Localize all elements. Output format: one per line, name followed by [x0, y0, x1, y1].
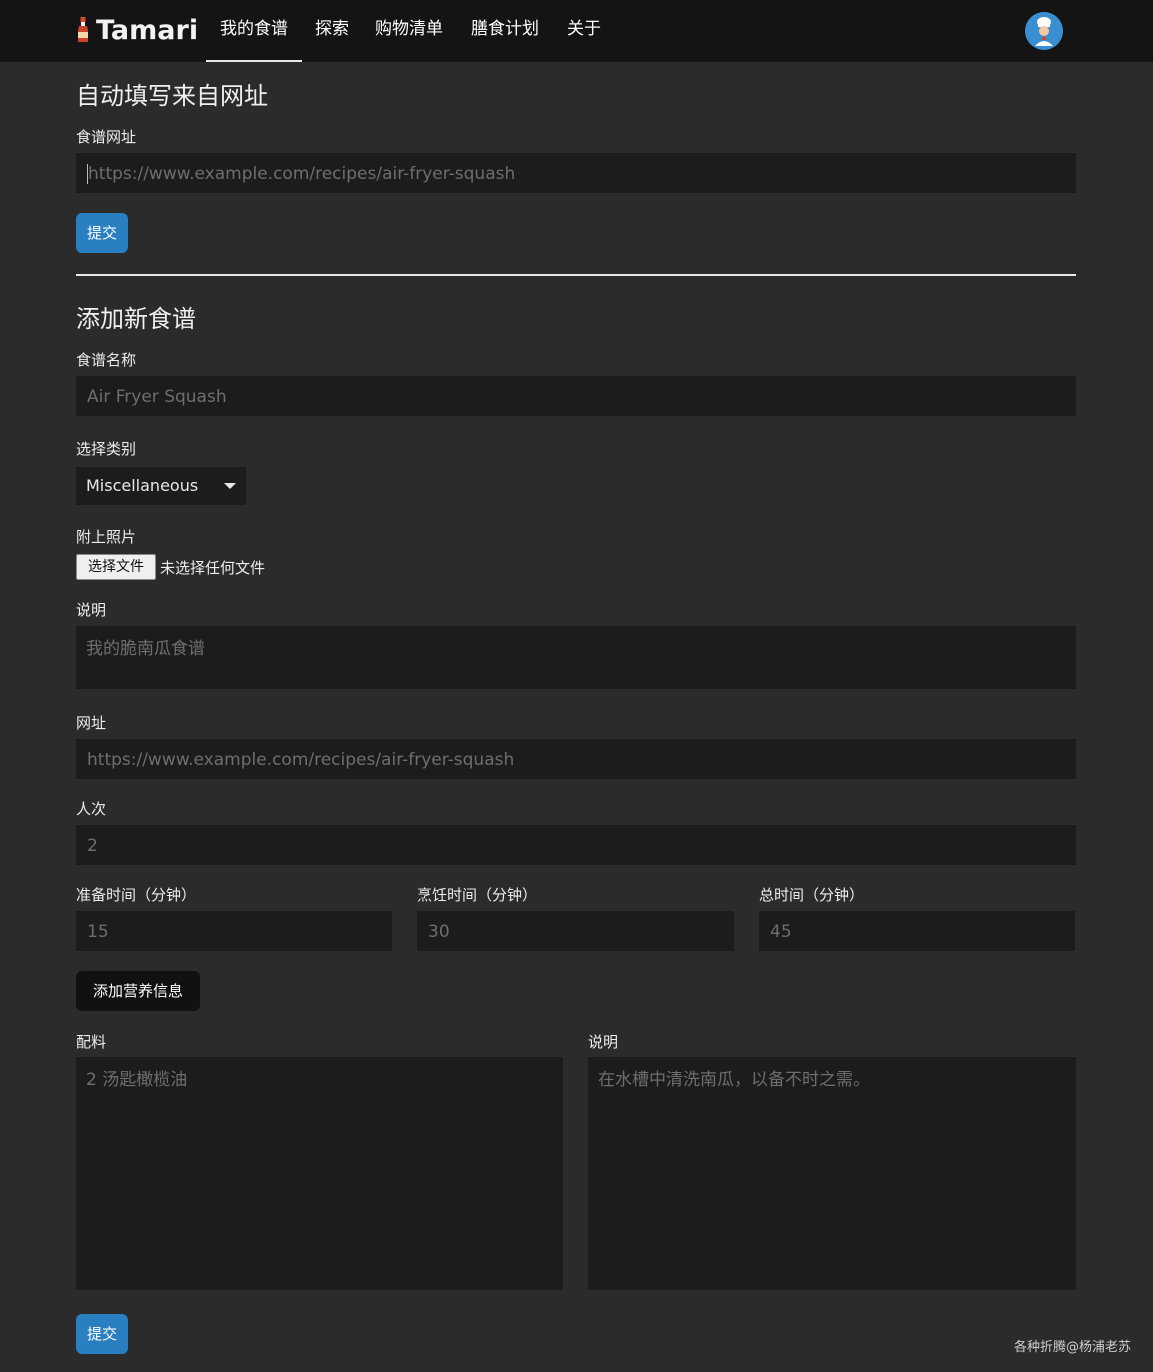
recipe-url-label: 食谱网址 — [76, 128, 137, 146]
prep-time-input[interactable]: 15 — [76, 911, 392, 951]
nav-my-recipes[interactable]: 我的食谱 — [206, 0, 302, 62]
new-recipe-heading: 添加新食谱 — [76, 305, 196, 333]
servings-label: 人次 — [76, 800, 107, 818]
brand-logo[interactable]: Tamari — [76, 12, 198, 48]
total-time-input[interactable]: 45 — [759, 911, 1075, 951]
instructions-textarea[interactable]: 在水槽中清洗南瓜，以备不时之需。 — [588, 1057, 1076, 1290]
sauce-bottle-icon — [76, 17, 90, 43]
ingredients-label: 配料 — [76, 1033, 107, 1051]
instructions-label: 说明 — [588, 1033, 619, 1051]
nav-explore[interactable]: 探索 — [312, 0, 352, 62]
ingredients-textarea[interactable]: 2 汤匙橄榄油 — [76, 1057, 563, 1290]
url-input[interactable]: https://www.example.com/recipes/air-frye… — [76, 739, 1076, 779]
top-navbar: Tamari 我的食谱 探索 购物清单 膳食计划 关于 — [0, 0, 1153, 62]
recipe-url-placeholder: https://www.example.com/recipes/air-frye… — [88, 164, 516, 184]
nav-meal-plan[interactable]: 膳食计划 — [468, 0, 542, 62]
recipe-submit-button[interactable]: 提交 — [76, 1314, 128, 1354]
photo-label: 附上照片 — [76, 528, 137, 546]
file-status-text: 未选择任何文件 — [160, 559, 266, 577]
recipe-name-input[interactable]: Air Fryer Squash — [76, 376, 1076, 416]
description-textarea[interactable]: 我的脆南瓜食谱 — [76, 626, 1076, 689]
chef-avatar-icon — [1025, 12, 1063, 50]
nav-shopping-list[interactable]: 购物清单 — [372, 0, 446, 62]
total-time-label: 总时间（分钟） — [759, 886, 865, 904]
category-selected-value: Miscellaneous — [86, 476, 199, 495]
cook-time-input[interactable]: 30 — [417, 911, 734, 951]
chevron-down-icon — [224, 483, 236, 489]
category-select[interactable]: Miscellaneous — [76, 467, 246, 505]
choose-file-button[interactable]: 选择文件 — [76, 554, 156, 580]
nav-about[interactable]: 关于 — [564, 0, 604, 62]
section-divider — [76, 274, 1076, 276]
add-nutrition-button[interactable]: 添加营养信息 — [76, 971, 200, 1011]
cook-time-label: 烹饪时间（分钟） — [417, 886, 538, 904]
category-label: 选择类别 — [76, 440, 137, 458]
url-label: 网址 — [76, 714, 107, 732]
recipe-url-input[interactable]: https://www.example.com/recipes/air-frye… — [76, 153, 1076, 193]
autofill-submit-button[interactable]: 提交 — [76, 213, 128, 253]
watermark-text: 各种折腾@杨浦老苏 — [1014, 1340, 1132, 1355]
brand-name: Tamari — [96, 14, 199, 46]
description-label: 说明 — [76, 601, 107, 619]
prep-time-label: 准备时间（分钟） — [76, 886, 197, 904]
recipe-name-label: 食谱名称 — [76, 351, 137, 369]
servings-input[interactable]: 2 — [76, 825, 1076, 865]
autofill-heading: 自动填写来自网址 — [76, 82, 268, 110]
user-avatar[interactable] — [1025, 12, 1063, 50]
